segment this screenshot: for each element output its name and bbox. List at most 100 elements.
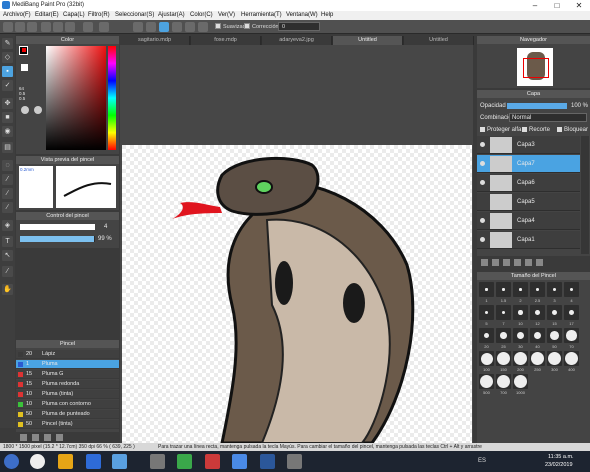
- language-indicator[interactable]: ES: [478, 458, 486, 464]
- brush-item[interactable]: 15 Pluma G: [16, 370, 119, 379]
- snap-curve-icon[interactable]: [198, 22, 208, 32]
- snap-circle-icon[interactable]: [185, 22, 195, 32]
- layer-item[interactable]: Capa3: [477, 136, 580, 154]
- brush-size-option[interactable]: 4: [564, 282, 579, 303]
- brush-size-option[interactable]: 10: [513, 305, 528, 326]
- menu-ajustar[interactable]: Ajustar(A): [158, 12, 185, 18]
- select-pen-icon[interactable]: ∕: [2, 188, 13, 199]
- delete-brush-icon[interactable]: [44, 434, 51, 441]
- explorer-icon[interactable]: [58, 454, 73, 469]
- color-saturation-picker[interactable]: [46, 46, 106, 150]
- tab-sagitario[interactable]: sagitario.mdp: [120, 36, 190, 45]
- menu-herramienta[interactable]: Herramienta(T): [241, 12, 282, 18]
- visibility-icon[interactable]: [480, 180, 485, 185]
- lasso-tool-icon[interactable]: ◌: [2, 160, 13, 171]
- drawing-canvas[interactable]: [122, 145, 472, 443]
- start-icon[interactable]: [4, 454, 19, 469]
- operation-tool-icon[interactable]: ↖: [2, 250, 13, 261]
- clock-date[interactable]: 23/02/2019: [545, 462, 573, 468]
- snap-point-icon[interactable]: [172, 22, 182, 32]
- copy-brush-icon[interactable]: [32, 434, 39, 441]
- visibility-icon[interactable]: [480, 237, 485, 242]
- layer-item[interactable]: Capa1: [477, 231, 580, 249]
- brush-size-option[interactable]: 250: [530, 351, 545, 372]
- brush-size-option[interactable]: 12: [530, 305, 545, 326]
- magic-wand-icon[interactable]: ⁄: [2, 174, 13, 185]
- minimize-icon[interactable]: –: [524, 0, 546, 11]
- layer-opacity-slider[interactable]: [507, 103, 567, 109]
- brush-size-option[interactable]: 1: [479, 282, 494, 303]
- visibility-icon[interactable]: [480, 161, 485, 166]
- cloud-brush-icon[interactable]: [56, 434, 63, 441]
- brush-size-option[interactable]: 17: [564, 305, 579, 326]
- brush-size-option[interactable]: 2: [513, 282, 528, 303]
- add-layer-8bit-icon[interactable]: [492, 259, 499, 266]
- brush-size-option[interactable]: 15: [547, 305, 562, 326]
- photos-icon[interactable]: [112, 454, 127, 469]
- app5-icon[interactable]: [150, 454, 165, 469]
- delete-layer-icon[interactable]: [536, 259, 543, 266]
- medibang-icon[interactable]: [86, 454, 101, 469]
- brush-opacity-slider[interactable]: [20, 236, 95, 242]
- menu-help[interactable]: Help: [321, 12, 333, 18]
- app6-icon[interactable]: [177, 454, 192, 469]
- menu-ventana[interactable]: Ventana(W): [286, 12, 318, 18]
- gradient-tool-icon[interactable]: ▤: [2, 142, 13, 153]
- move-tool-icon[interactable]: ✥: [2, 98, 13, 109]
- tab-untitled-active[interactable]: Untitled: [333, 36, 403, 45]
- brush-size-option[interactable]: 400: [564, 351, 579, 372]
- redo-icon[interactable]: [99, 22, 109, 32]
- menu-archivo[interactable]: Archivo(F): [3, 12, 31, 18]
- layer-item[interactable]: Capa4: [477, 212, 580, 230]
- layer-item[interactable]: Capa6: [477, 174, 580, 192]
- protect-alpha-checkbox[interactable]: [480, 127, 485, 132]
- brush-size-option[interactable]: 30: [513, 328, 528, 349]
- close-icon[interactable]: ✕: [568, 0, 590, 11]
- correction-select[interactable]: 0: [278, 22, 320, 31]
- brush-size-option[interactable]: 20: [479, 328, 494, 349]
- brush-item[interactable]: 20 Lápiz: [16, 350, 119, 359]
- grid-icon[interactable]: [53, 22, 63, 32]
- brush-size-slider[interactable]: [20, 224, 95, 230]
- brush-size-option[interactable]: 1.5: [496, 282, 511, 303]
- divide-tool-icon[interactable]: ◈: [2, 220, 13, 231]
- menu-filtro[interactable]: Filtro(R): [88, 12, 110, 18]
- brush-item[interactable]: 10 Pluma con contorno: [16, 400, 119, 409]
- brush-tool-icon[interactable]: ✎: [2, 38, 13, 49]
- visibility-icon[interactable]: [480, 142, 485, 147]
- menu-seleccionar[interactable]: Seleccionar(S): [115, 12, 154, 18]
- undo-icon[interactable]: [83, 22, 93, 32]
- hue-slider[interactable]: [108, 46, 116, 150]
- secondary-color-swatch[interactable]: [21, 64, 28, 71]
- text-tool-icon[interactable]: T: [2, 236, 13, 247]
- add-brush-icon[interactable]: [20, 434, 27, 441]
- new-file-icon[interactable]: [3, 22, 13, 32]
- brush-size-option[interactable]: 700: [496, 374, 511, 395]
- menu-capa[interactable]: Capa(L): [63, 12, 85, 18]
- duplicate-layer-icon[interactable]: [514, 259, 521, 266]
- transform-icon[interactable]: [41, 22, 51, 32]
- tab-untitled[interactable]: Untitled: [404, 36, 474, 45]
- select-tool-icon[interactable]: ✓: [2, 80, 13, 91]
- lock-checkbox[interactable]: [557, 127, 562, 132]
- dot-tool-icon[interactable]: ▪: [2, 66, 13, 77]
- select-eraser-icon[interactable]: ∕: [2, 202, 13, 213]
- app8-icon[interactable]: [232, 454, 247, 469]
- fill-tool-icon[interactable]: ◉: [2, 126, 13, 137]
- clock-time[interactable]: 11:35 a.m.: [548, 454, 574, 460]
- menu-color[interactable]: Color(C): [190, 12, 213, 18]
- app10-icon[interactable]: [287, 454, 302, 469]
- brush-size-option[interactable]: 100: [479, 351, 494, 372]
- brush-size-option[interactable]: 2.5: [530, 282, 545, 303]
- brush-size-option[interactable]: 3: [547, 282, 562, 303]
- layer-item[interactable]: Capa5: [477, 193, 580, 211]
- brush-size-option[interactable]: 7: [496, 305, 511, 326]
- layer-item[interactable]: Capa7: [477, 155, 580, 173]
- layer-scrollbar[interactable]: [581, 136, 589, 254]
- eraser-tool-icon[interactable]: ◇: [2, 52, 13, 63]
- shape-tool-icon[interactable]: ■: [2, 112, 13, 123]
- snap-cross-icon[interactable]: [159, 22, 169, 32]
- correction-checkbox[interactable]: [244, 23, 250, 29]
- brush-size-option[interactable]: 500: [479, 374, 494, 395]
- brush-size-option[interactable]: 1000: [513, 374, 528, 395]
